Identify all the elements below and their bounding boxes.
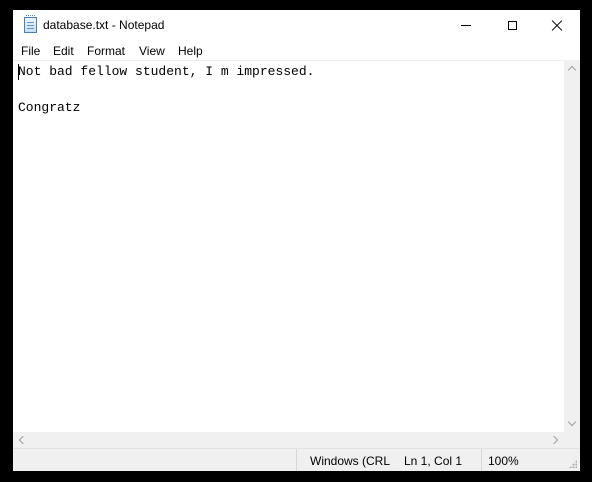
maximize-icon [507,21,517,30]
close-icon [551,20,563,32]
chevron-right-icon [549,435,559,445]
status-divider [296,449,297,471]
vertical-scrollbar[interactable] [564,60,580,432]
menu-format[interactable]: Format [87,44,125,58]
editor-line: Congratz [18,100,81,115]
menu-view[interactable]: View [139,44,165,58]
text-caret [18,64,19,80]
scroll-right-arrow[interactable] [548,432,564,448]
minimize-icon [461,25,471,26]
notepad-icon [24,15,37,33]
menu-file[interactable]: File [21,44,40,58]
cursor-position-status: Ln 1, Col 1 [404,454,463,468]
window-title: database.txt - Notepad [43,18,165,32]
chevron-down-icon [567,417,577,427]
scroll-down-arrow[interactable] [564,416,580,432]
zoom-status: 100% [488,454,519,468]
notepad-window: database.txt - Notepad File Edit Format … [13,10,580,471]
status-bar: Windows (CRLF) Ln 1, Col 1 100% [13,448,580,471]
scroll-up-arrow[interactable] [564,60,580,76]
title-bar[interactable]: database.txt - Notepad [13,10,580,41]
close-button[interactable] [534,10,580,41]
line-ending-status: Windows (CRLF) [310,454,390,468]
chevron-left-icon [18,435,28,445]
menu-bar: File Edit Format View Help [13,41,580,60]
scroll-left-arrow[interactable] [13,432,29,448]
status-divider [481,449,482,471]
menu-help[interactable]: Help [178,44,203,58]
editor-line: Not bad fellow student, I m impressed. [18,64,315,79]
maximize-button[interactable] [489,10,535,41]
text-editor[interactable]: Not bad fellow student, I m impressed. C… [13,60,564,432]
horizontal-scrollbar[interactable] [13,432,564,448]
resize-grip-icon[interactable] [569,460,577,468]
minimize-button[interactable] [443,10,489,41]
scrollbar-corner [564,432,580,448]
menu-edit[interactable]: Edit [53,44,74,58]
chevron-up-icon [567,65,577,75]
